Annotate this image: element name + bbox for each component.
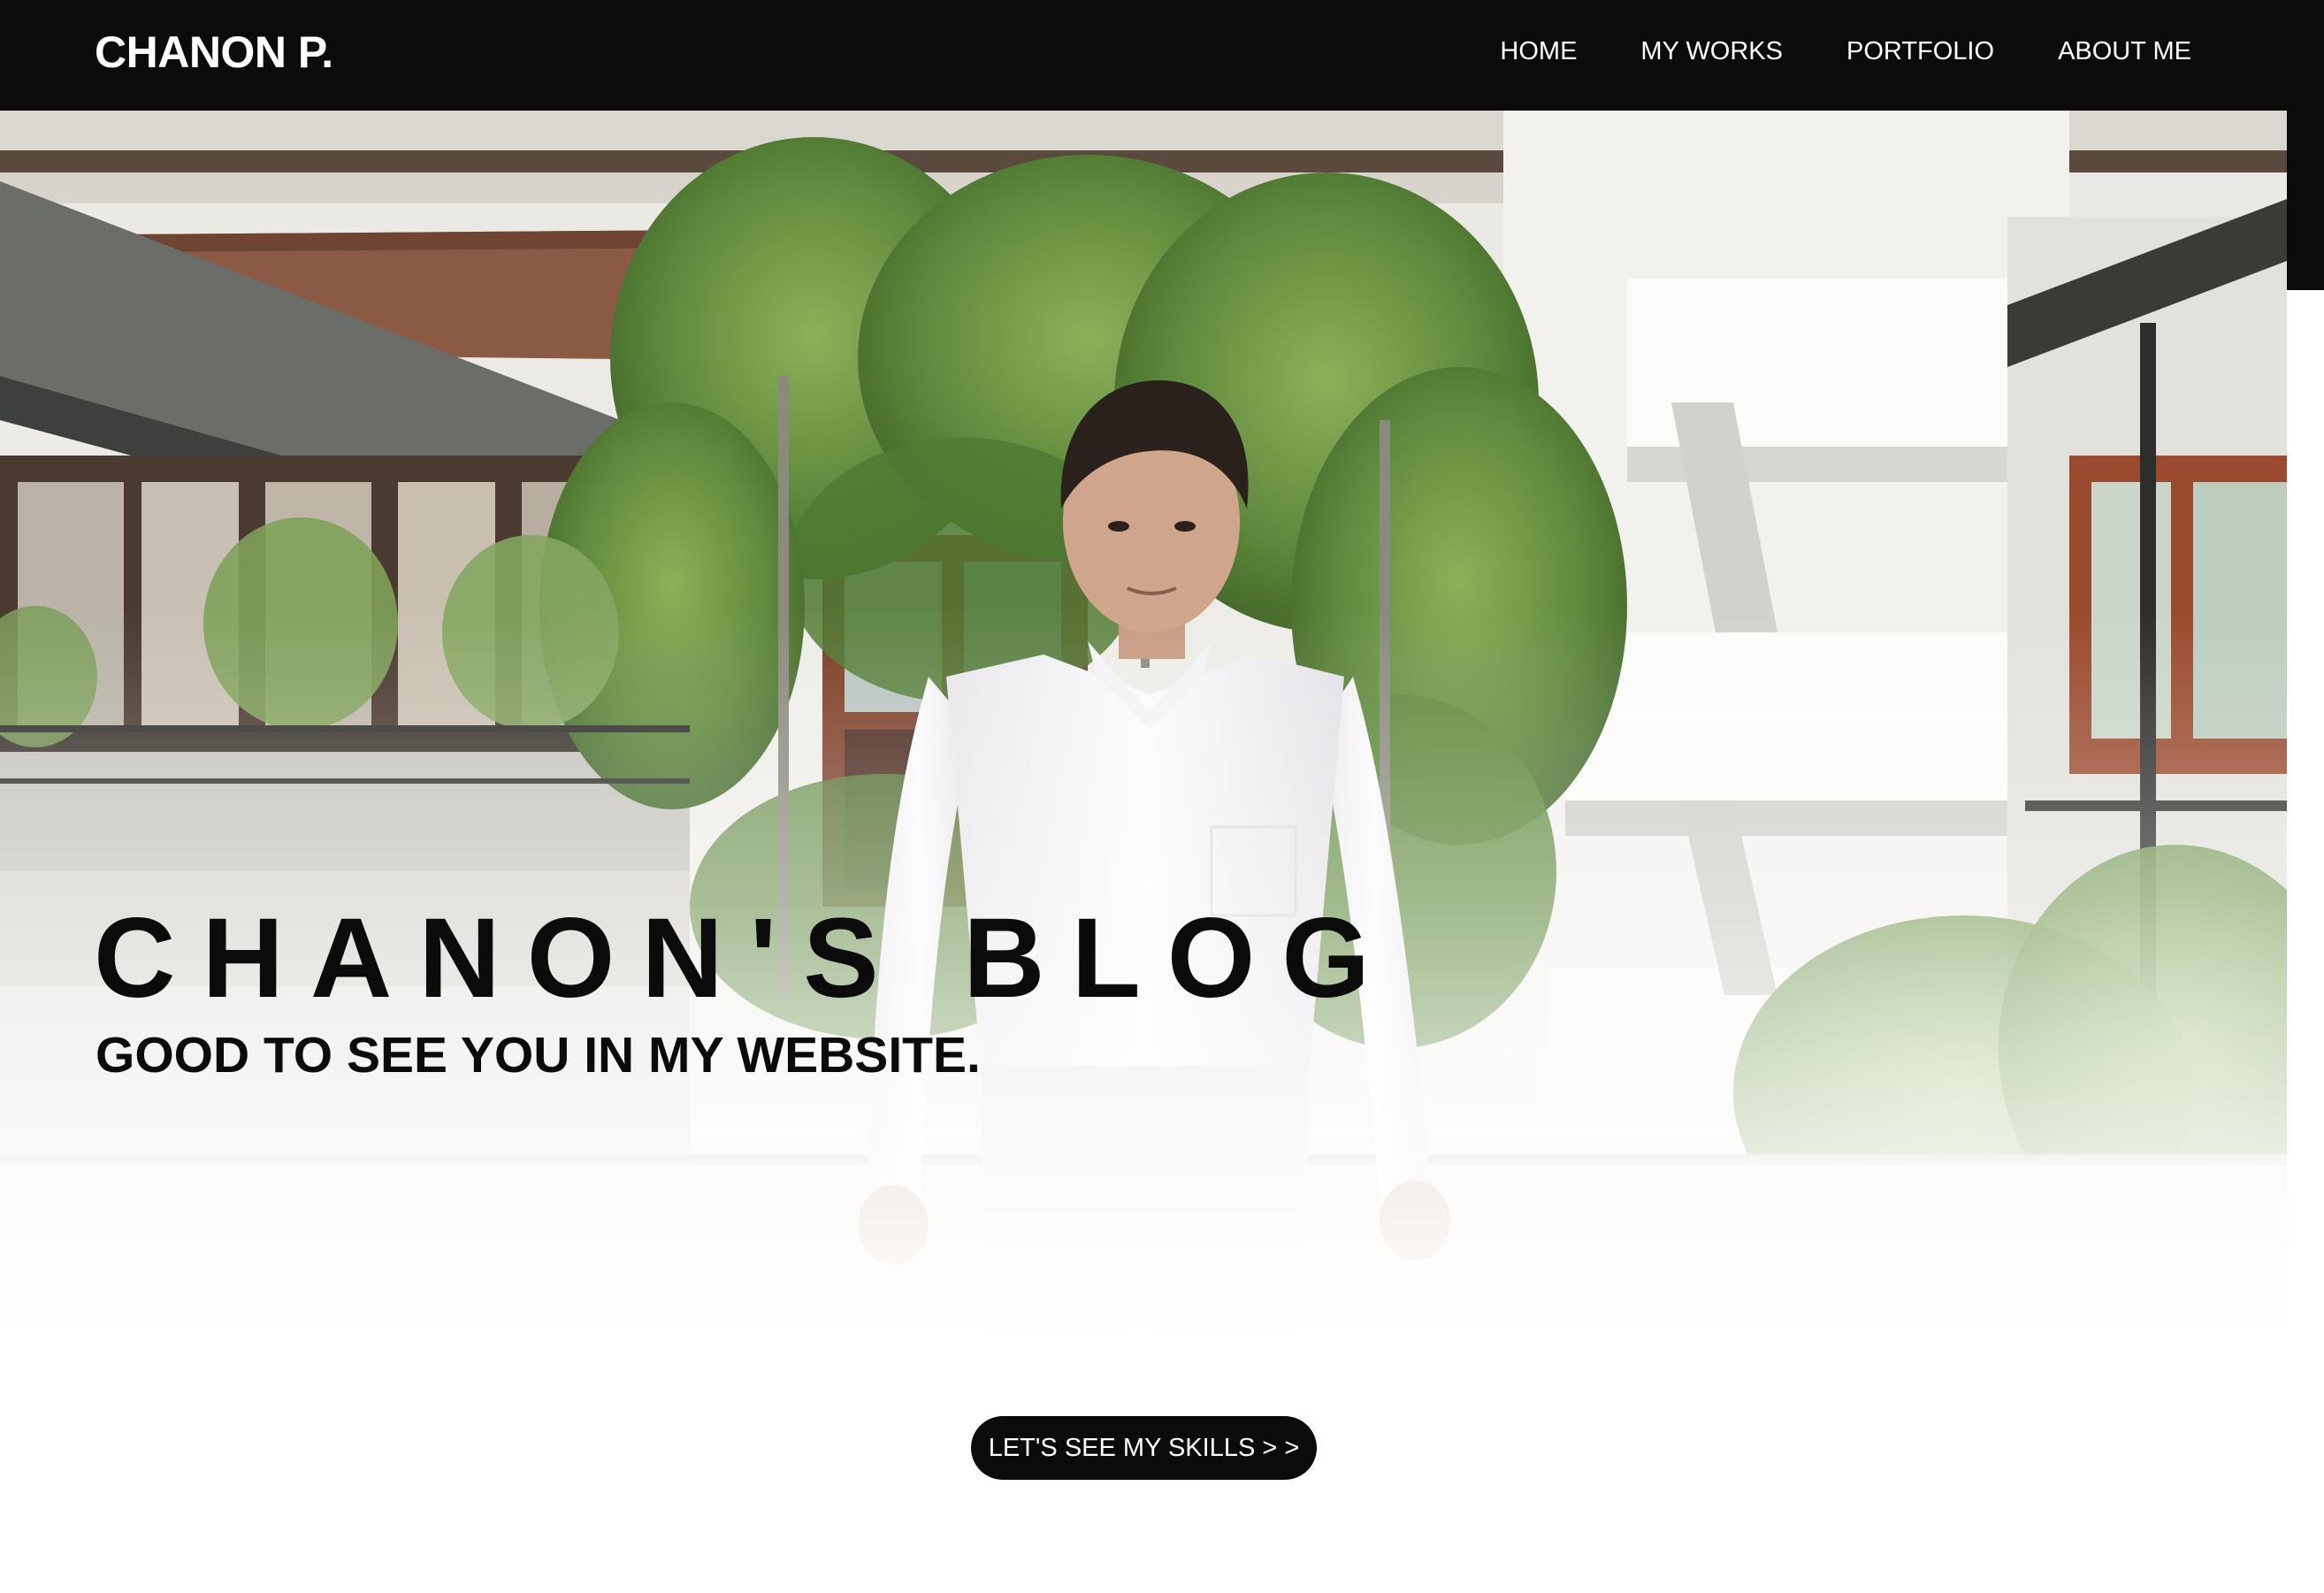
scrollbar-track[interactable] xyxy=(2287,0,2324,1593)
brand-logo[interactable]: CHANON P. xyxy=(95,27,333,78)
see-skills-button[interactable]: LET'S SEE MY SKILLS > > xyxy=(971,1416,1317,1480)
hero-fade-overlay xyxy=(0,111,2287,1420)
nav-link-about-me[interactable]: ABOUT ME xyxy=(2058,37,2191,66)
nav-link-home[interactable]: HOME xyxy=(1500,37,1577,66)
top-navbar: CHANON P. HOME MY WORKS PORTFOLIO ABOUT … xyxy=(0,0,2287,111)
hero-section: CHANON'S BLOG GOOD TO SEE YOU IN MY WEBS… xyxy=(0,111,2287,1420)
scrollbar-thumb[interactable] xyxy=(2287,0,2324,290)
hero-title: CHANON'S BLOG xyxy=(94,895,1396,1022)
nav-link-portfolio[interactable]: PORTFOLIO xyxy=(1846,37,1994,66)
page: CHANON P. HOME MY WORKS PORTFOLIO ABOUT … xyxy=(0,0,2324,1593)
nav-link-my-works[interactable]: MY WORKS xyxy=(1640,37,1783,66)
nav-links: HOME MY WORKS PORTFOLIO ABOUT ME xyxy=(1500,37,2191,66)
hero-subtitle: GOOD TO SEE YOU IN MY WEBSITE. xyxy=(96,1027,981,1084)
